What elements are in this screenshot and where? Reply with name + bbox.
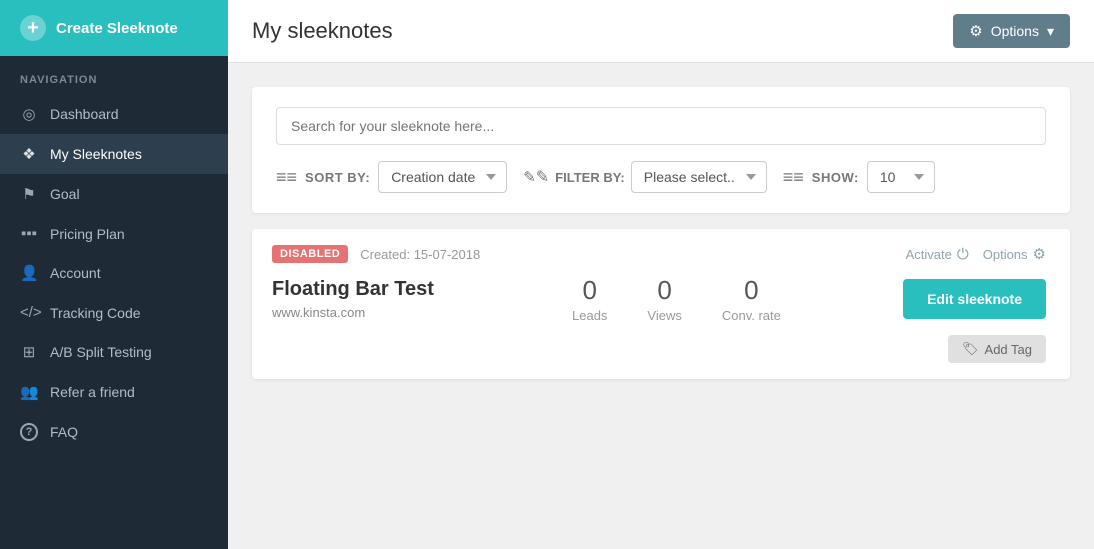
create-sleeknote-button[interactable]: + Create Sleeknote	[0, 0, 228, 56]
code-icon: </>	[20, 304, 38, 321]
sleeknote-stats: 0 Leads 0 Views 0 Conv. rate	[552, 275, 903, 323]
sidebar-item-label: Refer a friend	[50, 384, 135, 400]
sort-by-group: ≡ SORT BY: Creation date Name Leads View…	[276, 161, 507, 193]
sidebar-item-refer-a-friend[interactable]: 👥 Refer a friend	[0, 372, 228, 412]
sleeknote-actions: Activate Options	[906, 245, 1046, 263]
sidebar-item-label: A/B Split Testing	[50, 344, 152, 360]
sort-icon: ≡	[276, 167, 297, 188]
filter-by-label: FILTER BY:	[555, 170, 625, 185]
sidebar: + Create Sleeknote NAVIGATION Dashboard …	[0, 0, 228, 549]
sidebar-item-faq[interactable]: ? FAQ	[0, 412, 228, 452]
sleeknote-url: www.kinsta.com	[272, 305, 552, 320]
chart-icon: ▪▪▪	[20, 225, 38, 242]
sleeknote-options-button[interactable]: Options	[983, 245, 1046, 263]
views-value: 0	[647, 275, 681, 306]
main-content-area: My sleeknotes Options ▾ ≡ SORT BY: Creat…	[228, 0, 1094, 549]
nav-section-label: NAVIGATION	[0, 56, 228, 94]
page-title: My sleeknotes	[252, 18, 393, 44]
show-icon: ≡	[783, 167, 804, 188]
filter-by-select[interactable]: Please select.. Active Disabled	[631, 161, 767, 193]
user-icon: 👤	[20, 264, 38, 282]
sort-by-label: SORT BY:	[305, 170, 370, 185]
main-header: My sleeknotes Options ▾	[228, 0, 1094, 63]
sidebar-item-my-sleeknotes[interactable]: ❖ My Sleeknotes	[0, 134, 228, 174]
gear-icon	[969, 22, 982, 40]
faq-icon: ?	[20, 423, 38, 441]
tag-icon: 🏷	[962, 341, 979, 357]
search-input[interactable]	[276, 107, 1046, 145]
options-label: Options	[991, 23, 1039, 39]
sleeknote-body: Floating Bar Test www.kinsta.com 0 Leads…	[272, 275, 1046, 323]
chevron-down-icon: ▾	[1047, 23, 1054, 40]
filter-by-group: ✎ FILTER BY: Please select.. Active Disa…	[523, 161, 767, 193]
sidebar-item-tracking-code[interactable]: </> Tracking Code	[0, 293, 228, 332]
sleeknote-status-area: DISABLED Created: 15-07-2018	[272, 245, 480, 263]
views-label: Views	[647, 308, 681, 323]
sidebar-item-label: My Sleeknotes	[50, 146, 142, 162]
conv-rate-label: Conv. rate	[722, 308, 781, 323]
leads-value: 0	[572, 275, 607, 306]
created-date: Created: 15-07-2018	[360, 247, 480, 262]
options-button[interactable]: Options ▾	[953, 14, 1070, 48]
share-icon: ❖	[20, 145, 38, 163]
sidebar-item-goal[interactable]: ⚑ Goal	[0, 174, 228, 214]
sidebar-item-ab-split-testing[interactable]: ⊞ A/B Split Testing	[0, 332, 228, 372]
sort-by-select[interactable]: Creation date Name Leads Views	[378, 161, 507, 193]
stat-views: 0 Views	[647, 275, 681, 323]
show-label: SHOW:	[812, 170, 859, 185]
edit-sleeknote-button[interactable]: Edit sleeknote	[903, 279, 1046, 319]
sidebar-item-pricing-plan[interactable]: ▪▪▪ Pricing Plan	[0, 214, 228, 253]
leads-label: Leads	[572, 308, 607, 323]
stat-conv-rate: 0 Conv. rate	[722, 275, 781, 323]
goal-icon: ⚑	[20, 185, 38, 203]
toolbar: ≡ SORT BY: Creation date Name Leads View…	[276, 161, 1046, 193]
sidebar-item-dashboard[interactable]: Dashboard	[0, 94, 228, 134]
add-tag-button[interactable]: 🏷 Add Tag	[948, 335, 1046, 363]
sidebar-item-label: Dashboard	[50, 106, 119, 122]
sidebar-item-label: Pricing Plan	[50, 226, 125, 242]
disabled-badge: DISABLED	[272, 245, 348, 263]
plus-icon: +	[20, 15, 46, 41]
sidebar-item-label: Account	[50, 265, 101, 281]
options-gear-icon	[1033, 245, 1046, 263]
sidebar-item-label: Goal	[50, 186, 80, 202]
main-content: ≡ SORT BY: Creation date Name Leads View…	[228, 63, 1094, 403]
create-sleeknote-label: Create Sleeknote	[56, 20, 178, 37]
show-group: ≡ SHOW: 10 25 50 100	[783, 161, 935, 193]
sleeknote-card: DISABLED Created: 15-07-2018 Activate Op…	[252, 229, 1070, 379]
power-icon	[957, 246, 969, 263]
sleeknote-name: Floating Bar Test	[272, 278, 552, 301]
ab-icon: ⊞	[20, 343, 38, 361]
sidebar-item-label: Tracking Code	[50, 305, 141, 321]
sleeknote-info: Floating Bar Test www.kinsta.com	[272, 278, 552, 320]
show-select[interactable]: 10 25 50 100	[867, 161, 935, 193]
sidebar-item-account[interactable]: 👤 Account	[0, 253, 228, 293]
activate-label: Activate	[906, 247, 952, 262]
activate-button[interactable]: Activate	[906, 246, 969, 263]
dashboard-icon	[20, 105, 38, 123]
stat-leads: 0 Leads	[572, 275, 607, 323]
sleeknote-options-label: Options	[983, 247, 1028, 262]
search-card: ≡ SORT BY: Creation date Name Leads View…	[252, 87, 1070, 213]
conv-rate-value: 0	[722, 275, 781, 306]
sidebar-item-label: FAQ	[50, 424, 78, 440]
add-tag-label: Add Tag	[985, 342, 1032, 357]
sleeknote-header: DISABLED Created: 15-07-2018 Activate Op…	[272, 245, 1046, 263]
sleeknote-footer: 🏷 Add Tag	[272, 335, 1046, 363]
filter-icon: ✎	[523, 167, 549, 187]
refer-icon: 👥	[20, 383, 38, 401]
